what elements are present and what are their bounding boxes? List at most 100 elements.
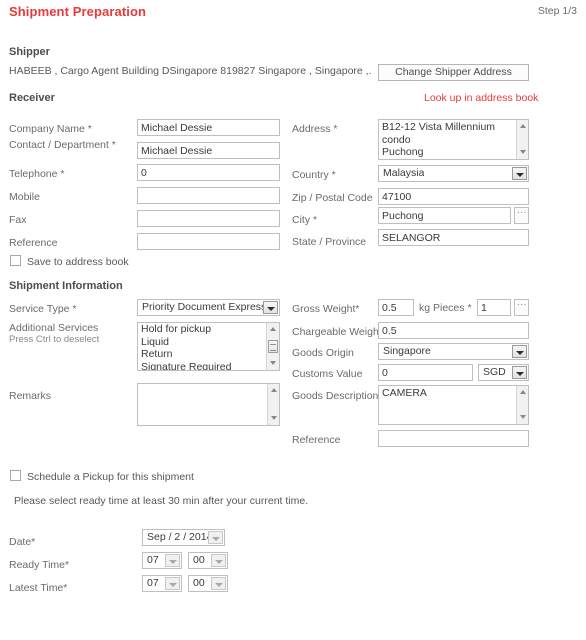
save-to-address-book-checkbox[interactable]	[10, 255, 21, 266]
additional-services-hint: Press Ctrl to deselect	[9, 334, 100, 345]
label-latest-time: Latest Time*	[9, 582, 68, 594]
goods-description-textarea[interactable]: CAMERA	[379, 386, 516, 424]
chevron-down-icon[interactable]	[512, 366, 527, 379]
scroll-down-icon[interactable]	[517, 412, 529, 423]
contact-department-input[interactable]	[137, 142, 280, 159]
additional-services-listbox[interactable]: Hold for pickup Liquid Return Signature …	[137, 322, 280, 371]
service-type-select[interactable]: Priority Document Express	[137, 299, 280, 316]
mobile-input[interactable]	[137, 187, 280, 204]
fax-input[interactable]	[137, 210, 280, 227]
list-item[interactable]: Signature Required	[138, 361, 279, 371]
label-state: State / Province	[292, 236, 367, 248]
country-select-value: Malaysia	[383, 167, 425, 179]
zip-input[interactable]	[378, 188, 529, 205]
label-shipment-reference: Reference	[292, 434, 341, 446]
latest-minute-select[interactable]: 00	[188, 575, 228, 592]
scroll-up-icon[interactable]	[517, 121, 529, 132]
scroll-down-icon[interactable]	[268, 413, 280, 424]
latest-hour-select[interactable]: 07	[142, 575, 182, 592]
ready-minute-select[interactable]: 00	[188, 552, 228, 569]
pieces-input[interactable]	[477, 299, 511, 316]
chevron-down-icon[interactable]	[165, 577, 180, 590]
list-item[interactable]: Return	[138, 348, 279, 361]
label-gross-weight: Gross Weight*	[292, 303, 360, 315]
pickup-note: Please select ready time at least 30 min…	[14, 495, 309, 507]
chevron-down-icon[interactable]	[512, 345, 527, 358]
chevron-down-icon[interactable]	[263, 301, 278, 314]
latest-minute-value: 00	[193, 577, 205, 589]
shipper-section-heading: Shipper	[9, 46, 50, 58]
label-ready-time: Ready Time*	[9, 559, 70, 571]
label-additional-services: Additional Services	[9, 322, 99, 334]
label-telephone: Telephone *	[9, 168, 65, 180]
label-zip: Zip / Postal Code	[292, 192, 373, 204]
scrollbar-thumb[interactable]	[268, 340, 278, 353]
list-item[interactable]: Liquid	[138, 336, 279, 349]
scroll-up-icon[interactable]	[268, 385, 280, 396]
goods-origin-select[interactable]: Singapore	[378, 343, 529, 360]
address-textarea-wrap[interactable]: B12-12 Vista Millennium condo Puchong	[378, 119, 529, 160]
remarks-textarea[interactable]	[138, 384, 267, 425]
label-receiver-reference: Reference	[9, 237, 58, 249]
schedule-pickup-checkbox[interactable]	[10, 470, 21, 481]
chevron-down-icon[interactable]	[211, 554, 226, 567]
shipper-address-text: HABEEB , Cargo Agent Building DSingapore…	[9, 65, 372, 77]
label-fax: Fax	[9, 214, 27, 226]
label-contact-department: Contact / Department *	[9, 139, 116, 151]
ready-hour-select[interactable]: 07	[142, 552, 182, 569]
goods-origin-select-value: Singapore	[383, 345, 431, 357]
label-city: City *	[292, 214, 318, 226]
label-country: Country *	[292, 169, 336, 181]
service-type-select-value: Priority Document Express	[142, 301, 267, 313]
label-mobile: Mobile	[9, 191, 40, 203]
lookup-address-book-link[interactable]: Look up in address book	[424, 92, 538, 104]
country-select[interactable]: Malaysia	[378, 165, 529, 182]
save-to-address-book-label: Save to address book	[27, 256, 129, 268]
shipment-reference-input[interactable]	[378, 430, 529, 447]
remarks-scrollbar[interactable]	[267, 384, 279, 425]
address-textarea[interactable]: B12-12 Vista Millennium condo Puchong	[379, 120, 516, 159]
schedule-pickup-label: Schedule a Pickup for this shipment	[27, 471, 194, 483]
scroll-down-icon[interactable]	[267, 358, 279, 369]
label-chargeable-weight: Chargeable Weight	[292, 326, 382, 338]
label-customs-value: Customs Value	[292, 368, 363, 380]
change-shipper-address-button[interactable]: Change Shipper Address	[378, 64, 529, 81]
chevron-down-icon[interactable]	[165, 554, 180, 567]
company-name-input[interactable]	[137, 119, 280, 136]
chargeable-weight-input[interactable]	[378, 322, 529, 339]
label-address: Address *	[292, 123, 338, 135]
chevron-down-icon[interactable]	[211, 577, 226, 590]
page-title: Shipment Preparation	[9, 4, 147, 19]
city-input[interactable]	[378, 207, 511, 224]
address-scrollbar[interactable]	[516, 120, 528, 159]
label-kg-pieces: kg Pieces *	[419, 302, 472, 314]
label-service-type: Service Type *	[9, 303, 77, 315]
city-picker-button[interactable]	[514, 205, 529, 224]
shipment-section-heading: Shipment Information	[9, 280, 123, 292]
scroll-down-icon[interactable]	[517, 147, 529, 158]
state-input[interactable]	[378, 229, 529, 246]
pickup-date-value: Sep / 2 / 2014	[147, 531, 213, 543]
gross-weight-input[interactable]	[378, 299, 414, 316]
scroll-up-icon[interactable]	[517, 387, 529, 398]
remarks-textarea-wrap[interactable]	[137, 383, 280, 426]
telephone-input[interactable]	[137, 164, 280, 181]
chevron-down-icon[interactable]	[208, 531, 223, 544]
list-item[interactable]: Hold for pickup	[138, 323, 279, 336]
label-goods-origin: Goods Origin	[292, 347, 354, 359]
pieces-picker-button[interactable]	[514, 297, 529, 316]
scroll-up-icon[interactable]	[267, 324, 279, 335]
label-remarks: Remarks	[9, 390, 52, 402]
goods-description-textarea-wrap[interactable]: CAMERA	[378, 385, 529, 425]
label-company-name: Company Name *	[9, 123, 92, 135]
receiver-reference-input[interactable]	[137, 233, 280, 250]
customs-value-input[interactable]	[378, 364, 473, 381]
ready-hour-value: 07	[147, 554, 159, 566]
currency-select-value: SGD	[483, 366, 506, 378]
currency-select[interactable]: SGD	[478, 364, 529, 381]
receiver-section-heading: Receiver	[9, 92, 55, 104]
pickup-date-select[interactable]: Sep / 2 / 2014	[142, 529, 225, 546]
goods-description-scrollbar[interactable]	[516, 386, 528, 424]
additional-services-scrollbar[interactable]	[266, 323, 279, 370]
chevron-down-icon[interactable]	[512, 167, 527, 180]
